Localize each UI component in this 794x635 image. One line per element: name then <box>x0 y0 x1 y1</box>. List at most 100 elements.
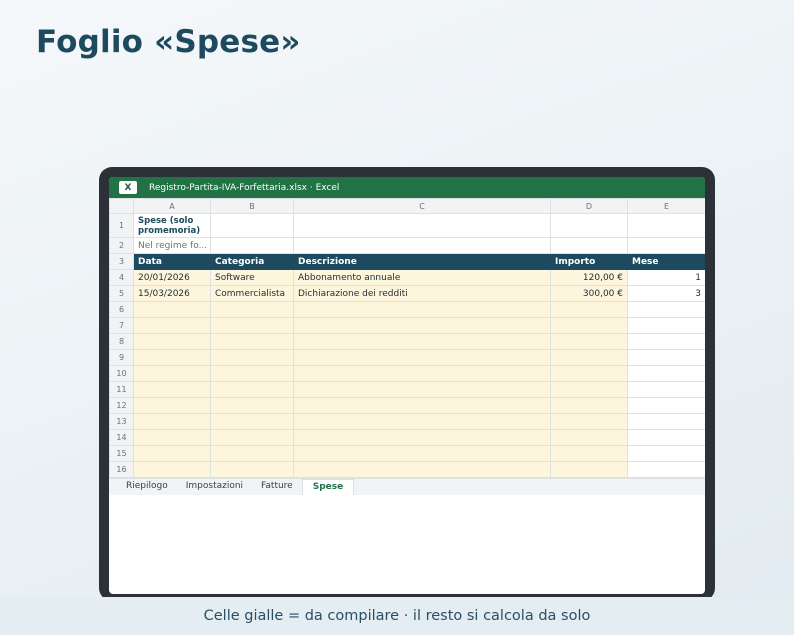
cell-mese[interactable]: 3 <box>627 285 705 302</box>
column-header-b[interactable]: B <box>210 198 294 214</box>
cell-descrizione[interactable] <box>293 349 551 366</box>
cell-descrizione[interactable] <box>293 365 551 382</box>
cell-importo[interactable] <box>550 461 628 478</box>
row-number[interactable]: 3 <box>109 253 134 270</box>
cell-categoria[interactable] <box>210 461 294 478</box>
cell-mese[interactable] <box>627 317 705 334</box>
cell-descrizione[interactable]: Abbonamento annuale <box>293 269 551 286</box>
cell-mese[interactable] <box>627 381 705 398</box>
cell-importo[interactable] <box>550 301 628 318</box>
cell-categoria[interactable] <box>210 317 294 334</box>
row-number[interactable]: 12 <box>109 397 134 414</box>
header-categoria[interactable]: Categoria <box>210 253 294 270</box>
cell[interactable] <box>210 213 294 238</box>
cell-data[interactable]: 20/01/2026 <box>133 269 211 286</box>
row-number[interactable]: 5 <box>109 285 134 302</box>
row-number[interactable]: 2 <box>109 237 134 254</box>
cell-mese[interactable] <box>627 349 705 366</box>
header-importo[interactable]: Importo <box>550 253 628 270</box>
cell-categoria[interactable] <box>210 349 294 366</box>
cell-data[interactable] <box>133 333 211 350</box>
tab-fatture[interactable]: Fatture <box>252 479 302 495</box>
note-cell[interactable]: Nel regime fo... <box>133 237 211 254</box>
cell-descrizione[interactable] <box>293 429 551 446</box>
cell[interactable] <box>550 237 628 254</box>
cell-descrizione[interactable] <box>293 333 551 350</box>
cell-categoria[interactable] <box>210 301 294 318</box>
cell-data[interactable] <box>133 461 211 478</box>
cell-importo[interactable] <box>550 445 628 462</box>
cell-mese[interactable] <box>627 365 705 382</box>
header-descrizione[interactable]: Descrizione <box>293 253 551 270</box>
row-number[interactable]: 13 <box>109 413 134 430</box>
cell-mese[interactable] <box>627 413 705 430</box>
cell-mese[interactable] <box>627 333 705 350</box>
tab-spese[interactable]: Spese <box>301 479 355 495</box>
cell-mese[interactable] <box>627 445 705 462</box>
column-header-e[interactable]: E <box>627 198 705 214</box>
cell-categoria[interactable] <box>210 413 294 430</box>
header-mese[interactable]: Mese <box>627 253 705 270</box>
cell-data[interactable] <box>133 365 211 382</box>
row-number[interactable]: 6 <box>109 301 134 318</box>
row-number[interactable]: 16 <box>109 461 134 478</box>
cell[interactable] <box>627 213 705 238</box>
cell-categoria[interactable] <box>210 365 294 382</box>
row-number[interactable]: 14 <box>109 429 134 446</box>
cell-data[interactable] <box>133 429 211 446</box>
row-number[interactable]: 10 <box>109 365 134 382</box>
cell-importo[interactable] <box>550 317 628 334</box>
cell-data[interactable] <box>133 349 211 366</box>
cell-importo[interactable] <box>550 413 628 430</box>
cell-importo[interactable] <box>550 381 628 398</box>
header-data[interactable]: Data <box>133 253 211 270</box>
cell-mese[interactable] <box>627 397 705 414</box>
cell-data[interactable] <box>133 413 211 430</box>
cell-categoria[interactable] <box>210 333 294 350</box>
row-number[interactable]: 9 <box>109 349 134 366</box>
row-number[interactable]: 11 <box>109 381 134 398</box>
row-number[interactable]: 15 <box>109 445 134 462</box>
cell-categoria[interactable]: Commercialista <box>210 285 294 302</box>
cell-descrizione[interactable] <box>293 461 551 478</box>
cell-data[interactable] <box>133 381 211 398</box>
sheet-title-cell[interactable]: Spese (solo promemoria) <box>133 213 211 238</box>
cell-importo[interactable] <box>550 397 628 414</box>
cell-descrizione[interactable] <box>293 413 551 430</box>
row-number[interactable]: 1 <box>109 213 134 238</box>
row-number[interactable]: 8 <box>109 333 134 350</box>
select-all-corner[interactable] <box>109 198 134 214</box>
cell-data[interactable] <box>133 317 211 334</box>
cell-mese[interactable] <box>627 429 705 446</box>
cell-data[interactable] <box>133 445 211 462</box>
cell-categoria[interactable] <box>210 397 294 414</box>
cell-descrizione[interactable] <box>293 381 551 398</box>
row-number[interactable]: 4 <box>109 269 134 286</box>
cell-mese[interactable] <box>627 301 705 318</box>
cell-importo[interactable] <box>550 365 628 382</box>
column-header-c[interactable]: C <box>293 198 551 214</box>
column-header-d[interactable]: D <box>550 198 628 214</box>
cell-categoria[interactable] <box>210 429 294 446</box>
cell-mese[interactable]: 1 <box>627 269 705 286</box>
cell-descrizione[interactable]: Dichiarazione dei redditi <box>293 285 551 302</box>
cell[interactable] <box>293 237 551 254</box>
column-header-a[interactable]: A <box>133 198 211 214</box>
cell[interactable] <box>627 237 705 254</box>
cell-descrizione[interactable] <box>293 301 551 318</box>
cell-descrizione[interactable] <box>293 445 551 462</box>
cell-importo[interactable] <box>550 349 628 366</box>
tab-riepilogo[interactable]: Riepilogo <box>117 479 177 495</box>
cell-categoria[interactable]: Software <box>210 269 294 286</box>
cell-data[interactable] <box>133 301 211 318</box>
row-number[interactable]: 7 <box>109 317 134 334</box>
cell-importo[interactable] <box>550 333 628 350</box>
cell[interactable] <box>210 237 294 254</box>
cell-categoria[interactable] <box>210 445 294 462</box>
cell-descrizione[interactable] <box>293 317 551 334</box>
cell[interactable] <box>293 213 551 238</box>
cell-descrizione[interactable] <box>293 397 551 414</box>
cell[interactable] <box>550 213 628 238</box>
cell-importo[interactable]: 300,00 € <box>550 285 628 302</box>
cell-importo[interactable] <box>550 429 628 446</box>
